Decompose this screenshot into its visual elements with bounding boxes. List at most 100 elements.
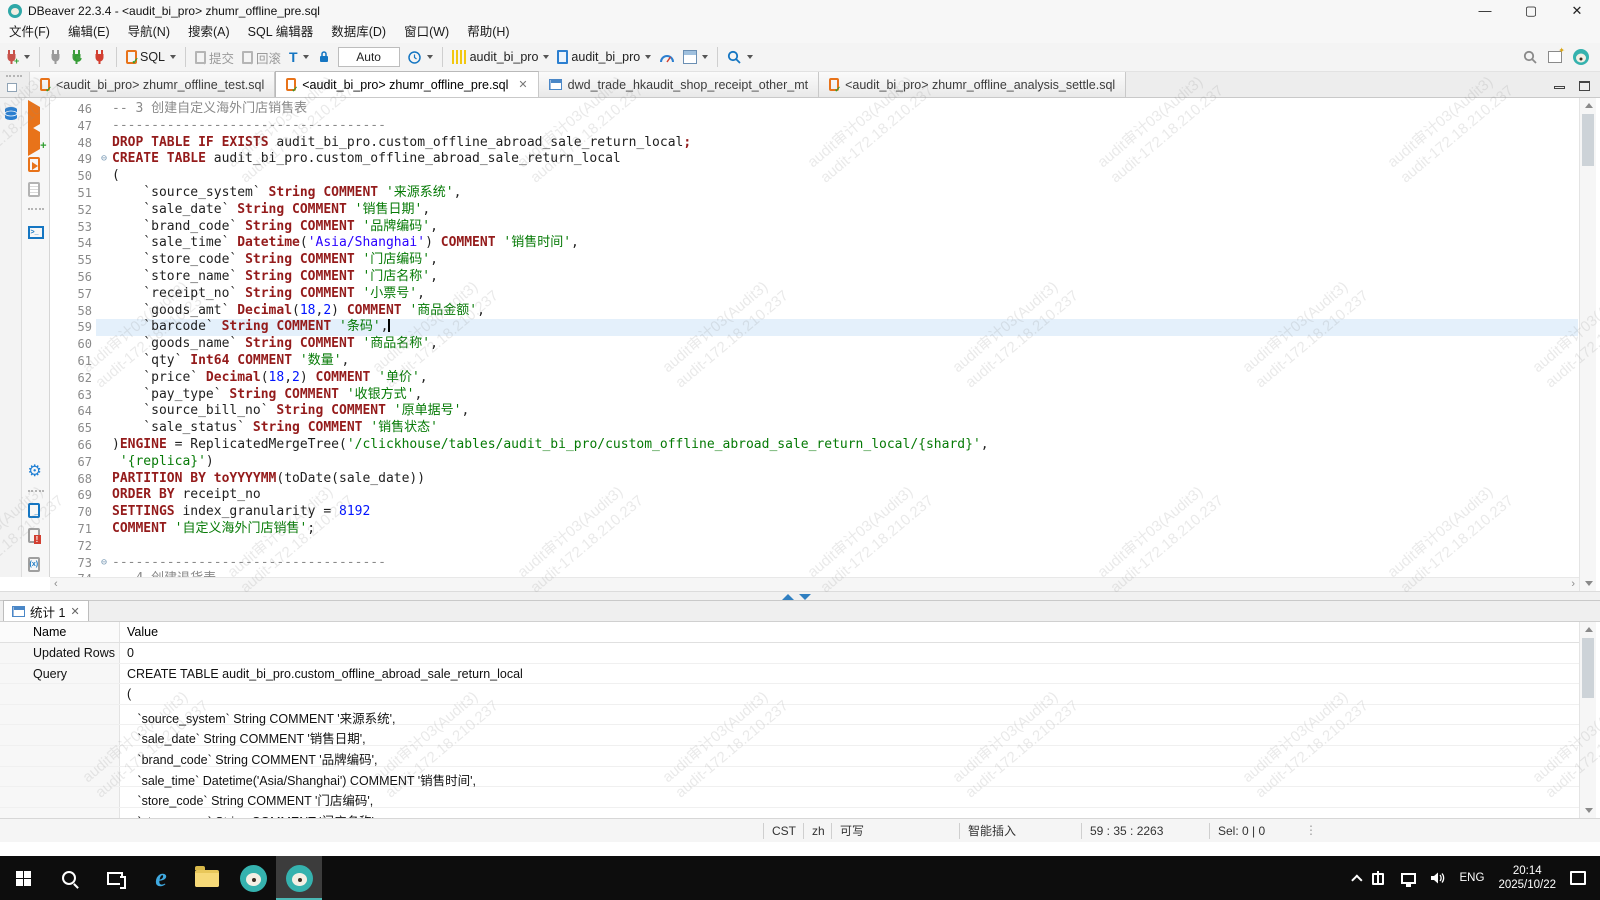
status-segment-3[interactable]: 智能插入 xyxy=(959,823,1081,839)
menu-item-1[interactable]: 编辑(E) xyxy=(59,22,119,43)
disconnect-button[interactable] xyxy=(89,47,111,67)
menu-item-3[interactable]: 搜索(A) xyxy=(179,22,239,43)
collapse-down-icon[interactable] xyxy=(799,594,811,600)
code-line-46[interactable]: 46-- 3 创建自定义海外门店销售表 xyxy=(50,101,1578,118)
tab-statistics[interactable]: 统计 1 ✕ xyxy=(3,600,89,621)
dashboard-button[interactable] xyxy=(655,48,679,66)
results-vertical-scrollbar[interactable] xyxy=(1579,622,1596,818)
code-line-70[interactable]: 70SETTINGS index_granularity = 8192 xyxy=(50,504,1578,521)
code-line-62[interactable]: 62 `price` Decimal(18,2) COMMENT '单价', xyxy=(50,370,1578,387)
menu-item-0[interactable]: 文件(F) xyxy=(0,22,59,43)
lock-button[interactable] xyxy=(313,48,335,66)
tray-expand-icon[interactable] xyxy=(1351,874,1362,885)
status-overflow-icon[interactable]: ⋮ xyxy=(1305,823,1318,837)
dbeaver-logo-icon[interactable] xyxy=(1572,48,1590,66)
code-line-73[interactable]: 73⊖----------------------------------- xyxy=(50,555,1578,572)
status-segment-0[interactable]: CST xyxy=(763,823,803,839)
open-sql-console-button[interactable]: >_ xyxy=(28,221,44,237)
code-line-52[interactable]: 52 `sale_date` String COMMENT '销售日期', xyxy=(50,202,1578,219)
editor-vertical-scrollbar[interactable] xyxy=(1579,98,1596,591)
task-view-button[interactable] xyxy=(92,856,138,900)
status-segment-4[interactable]: 59 : 35 : 2263 xyxy=(1081,823,1209,839)
code-line-71[interactable]: 71COMMENT '自定义海外门店销售'; xyxy=(50,521,1578,538)
close-icon[interactable]: ✕ xyxy=(70,605,79,618)
scroll-down-icon[interactable] xyxy=(1585,808,1593,813)
database-navigator-icon[interactable] xyxy=(3,106,19,122)
scroll-right-icon[interactable]: › xyxy=(1571,578,1575,590)
commit-button[interactable]: 提交 xyxy=(191,46,238,69)
code-line-65[interactable]: 65 `sale_status` String COMMENT '销售状态' xyxy=(50,420,1578,437)
code-line-72[interactable]: 72 xyxy=(50,538,1578,555)
layout-button[interactable] xyxy=(679,48,712,66)
editor-area-controls[interactable] xyxy=(0,72,30,97)
sql-editor-button[interactable]: SQL xyxy=(122,48,180,66)
explain-plan-button[interactable] xyxy=(28,182,44,198)
menu-item-4[interactable]: SQL 编辑器 xyxy=(239,22,323,43)
column-header-value[interactable]: Value xyxy=(120,622,158,642)
parameters-button[interactable]: (x) xyxy=(28,553,44,569)
table-row-7[interactable]: `store_code` String COMMENT '门店编码', xyxy=(0,787,1579,808)
rollback-button[interactable]: 回滚 xyxy=(238,46,285,69)
transaction-mode-button[interactable]: T xyxy=(285,48,313,66)
code-line-63[interactable]: 63 `pay_type` String COMMENT '收银方式', xyxy=(50,387,1578,404)
scroll-down-icon[interactable] xyxy=(1585,581,1593,586)
scroll-up-icon[interactable] xyxy=(1585,627,1593,632)
autocommit-selector[interactable]: Auto xyxy=(338,47,400,67)
menu-item-6[interactable]: 窗口(W) xyxy=(395,22,458,43)
execute-new-tab-button[interactable] xyxy=(28,132,44,148)
history-button[interactable] xyxy=(403,48,437,67)
table-row-0[interactable]: Updated Rows0 xyxy=(0,643,1579,664)
code-line-60[interactable]: 60 `goods_name` String COMMENT '商品名称', xyxy=(50,336,1578,353)
dbeaver-active-taskbar-button[interactable] xyxy=(276,856,322,900)
code-line-54[interactable]: 54 `sale_time` Datetime('Asia/Shanghai')… xyxy=(50,235,1578,252)
scrollbar-thumb[interactable] xyxy=(1582,638,1594,698)
new-connection-button[interactable]: + xyxy=(0,47,34,67)
editor-tab-3[interactable]: <audit_bi_pro> zhumr_offline_analysis_se… xyxy=(819,72,1126,97)
start-button[interactable] xyxy=(0,856,46,900)
code-line-47[interactable]: 47----------------------------------- xyxy=(50,118,1578,135)
table-row-4[interactable]: `sale_date` String COMMENT '销售日期', xyxy=(0,725,1579,746)
table-row-8[interactable]: `store_name` String COMMENT '门店名称', xyxy=(0,808,1579,818)
code-line-53[interactable]: 53 `brand_code` String COMMENT '品牌编码', xyxy=(50,219,1578,236)
minimize-editor-icon[interactable] xyxy=(1554,86,1565,89)
quick-search-icon[interactable] xyxy=(1523,50,1538,65)
code-line-61[interactable]: 61 `qty` Int64 COMMENT '数量', xyxy=(50,353,1578,370)
menu-item-7[interactable]: 帮助(H) xyxy=(458,22,518,43)
menu-item-5[interactable]: 数据库(D) xyxy=(322,22,395,43)
menu-item-2[interactable]: 导航(N) xyxy=(119,22,179,43)
editor-tab-0[interactable]: <audit_bi_pro> zhumr_offline_test.sql xyxy=(30,72,275,97)
scroll-up-icon[interactable] xyxy=(1585,103,1593,108)
reconnect-button[interactable] xyxy=(66,47,89,67)
status-segment-1[interactable]: zh xyxy=(803,823,831,839)
fold-marker-icon[interactable]: ⊖ xyxy=(96,151,112,168)
status-segment-2[interactable]: 可写 xyxy=(831,823,959,839)
column-header-name[interactable]: Name xyxy=(0,622,120,642)
code-line-68[interactable]: 68PARTITION BY toYYYYMM(toDate(sale_date… xyxy=(50,471,1578,488)
taskbar-search-button[interactable] xyxy=(46,856,92,900)
execute-script-button[interactable] xyxy=(28,157,44,173)
code-area[interactable]: 46-- 3 创建自定义海外门店销售表47-------------------… xyxy=(50,98,1578,577)
search-menu-button[interactable] xyxy=(723,48,757,67)
code-line-56[interactable]: 56 `store_name` String COMMENT '门店名称', xyxy=(50,269,1578,286)
code-line-58[interactable]: 58 `goods_amt` Decimal(18,2) COMMENT '商品… xyxy=(50,303,1578,320)
language-indicator[interactable]: ENG xyxy=(1460,872,1485,884)
code-line-64[interactable]: 64 `source_bill_no` String COMMENT '原单据号… xyxy=(50,403,1578,420)
code-line-55[interactable]: 55 `store_code` String COMMENT '门店编码', xyxy=(50,252,1578,269)
table-row-5[interactable]: `brand_code` String COMMENT '品牌编码', xyxy=(0,746,1579,767)
code-line-57[interactable]: 57 `receipt_no` String COMMENT '小票号', xyxy=(50,286,1578,303)
horizontal-scrollbar[interactable]: ‹ › xyxy=(50,577,1579,591)
internet-explorer-button[interactable]: e xyxy=(138,856,184,900)
connection-selector[interactable]: audit_bi_pro xyxy=(448,48,554,66)
minimize-window-button[interactable]: — xyxy=(1462,0,1508,22)
unsaved-script-button[interactable] xyxy=(28,528,44,544)
export-result-button[interactable] xyxy=(28,503,44,519)
code-line-59[interactable]: 59 `barcode` String COMMENT '条码', xyxy=(50,319,1578,336)
action-center-icon[interactable] xyxy=(1570,871,1586,885)
code-line-51[interactable]: 51 `source_system` String COMMENT '来源系统'… xyxy=(50,185,1578,202)
code-line-66[interactable]: 66)ENGINE = ReplicatedMergeTree('/clickh… xyxy=(50,437,1578,454)
table-row-3[interactable]: `source_system` String COMMENT '来源系统', xyxy=(0,705,1579,726)
table-row-6[interactable]: `sale_time` Datetime('Asia/Shanghai') CO… xyxy=(0,767,1579,788)
expand-up-icon[interactable] xyxy=(782,594,794,600)
scrollbar-thumb[interactable] xyxy=(1582,114,1594,166)
maximize-window-button[interactable]: ▢ xyxy=(1508,0,1554,22)
